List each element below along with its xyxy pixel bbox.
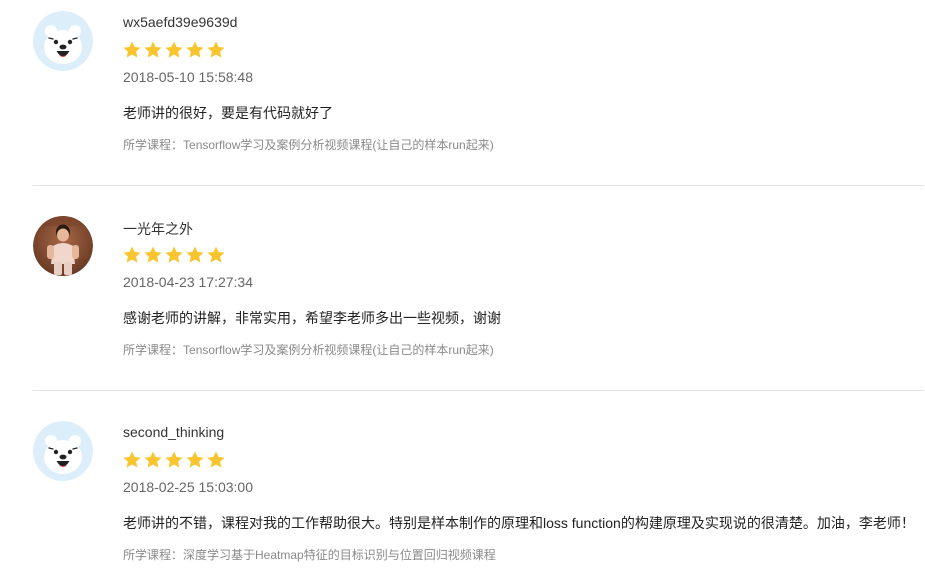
star-icon: [186, 41, 204, 58]
review-date: 2018-05-10 15:58:48: [123, 69, 253, 85]
star-icon: [144, 41, 162, 58]
star-rating: [122, 40, 226, 60]
star-rating: [122, 245, 226, 265]
star-icon: [207, 451, 225, 468]
review-comment: 老师讲的不错，课程对我的工作帮助很大。特别是样本制作的原理和loss funct…: [123, 515, 915, 531]
course-info: 所学课程：深度学习基于Heatmap特征的目标识别与位置回归视频课程: [123, 546, 496, 563]
star-icon: [186, 451, 204, 468]
star-icon: [207, 41, 225, 58]
course-prefix: 所学课程：: [123, 343, 184, 357]
course-name[interactable]: 深度学习基于Heatmap特征的目标识别与位置回归视频课程: [183, 548, 496, 562]
star-icon: [186, 246, 204, 263]
star-icon: [144, 451, 162, 468]
username[interactable]: wx5aefd39e9639d: [123, 14, 237, 30]
star-icon: [123, 41, 141, 58]
course-info: 所学课程：Tensorflow学习及案例分析视频课程(让自己的样本run起来): [123, 341, 494, 358]
star-rating: [122, 450, 226, 470]
course-info: 所学课程：Tensorflow学习及案例分析视频课程(让自己的样本run起来): [123, 136, 494, 153]
course-name[interactable]: Tensorflow学习及案例分析视频课程(让自己的样本run起来): [183, 138, 494, 152]
bear-avatar-icon[interactable]: [33, 421, 93, 481]
course-prefix: 所学课程：: [123, 138, 184, 152]
username[interactable]: 一光年之外: [123, 219, 193, 239]
divider: [33, 185, 924, 186]
review-list: wx5aefd39e9639d 2018-05-10 15:58:48 老师讲的…: [0, 0, 925, 587]
child-photo-avatar[interactable]: [33, 216, 93, 276]
star-icon: [123, 246, 141, 263]
username[interactable]: second_thinking: [123, 424, 224, 440]
course-prefix: 所学课程：: [123, 548, 184, 562]
review-comment: 老师讲的很好，要是有代码就好了: [123, 105, 333, 121]
review-comment: 感谢老师的讲解，非常实用，希望李老师多出一些视频，谢谢: [123, 310, 501, 326]
divider: [33, 390, 924, 391]
star-icon: [207, 246, 225, 263]
star-icon: [165, 246, 183, 263]
star-icon: [123, 451, 141, 468]
star-icon: [165, 451, 183, 468]
bear-avatar-icon[interactable]: [33, 11, 93, 71]
review-date: 2018-02-25 15:03:00: [123, 479, 253, 495]
course-name[interactable]: Tensorflow学习及案例分析视频课程(让自己的样本run起来): [183, 343, 494, 357]
star-icon: [144, 246, 162, 263]
review-date: 2018-04-23 17:27:34: [123, 274, 253, 290]
star-icon: [165, 41, 183, 58]
